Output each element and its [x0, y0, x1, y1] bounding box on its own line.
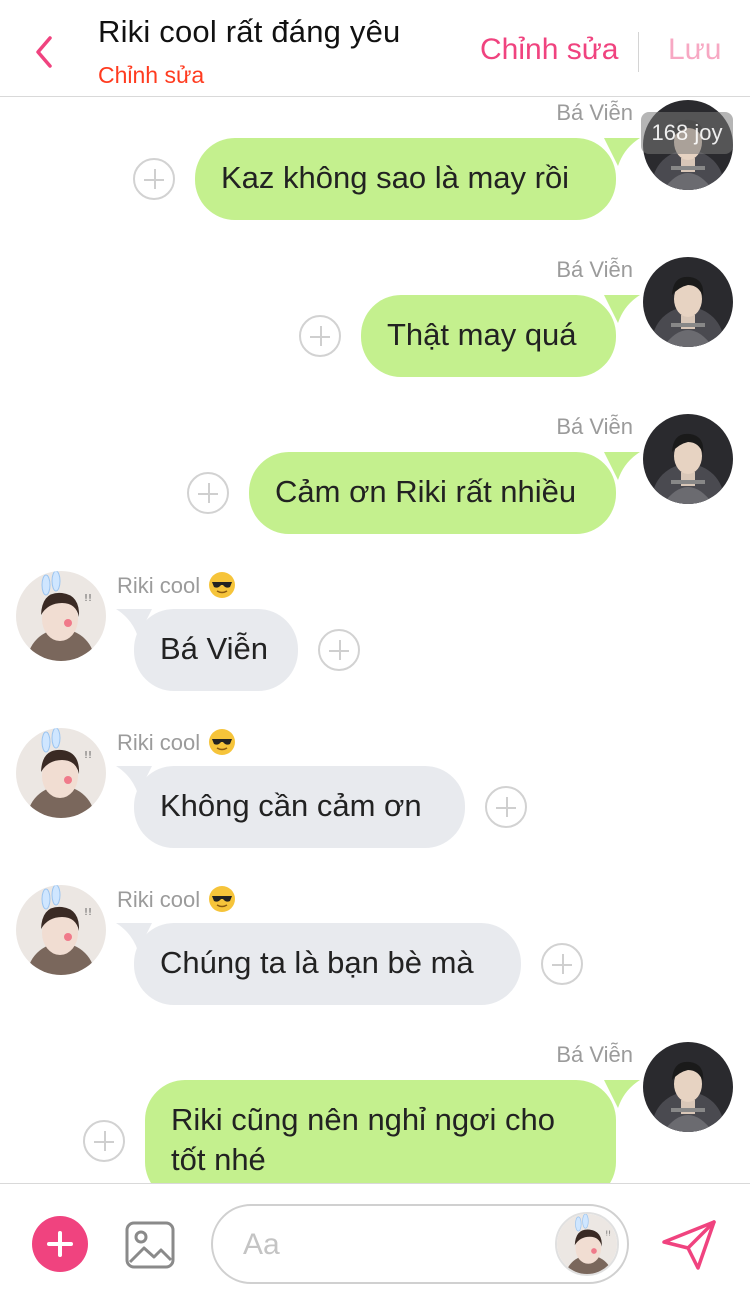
sender-name: Bá Viễn: [556, 1042, 633, 1067]
message-bubble[interactable]: Kaz không sao là may rồi: [195, 138, 616, 220]
sender-name: Riki cool: [117, 885, 236, 913]
sunglasses-emoji-icon: [209, 886, 236, 912]
message-bubble[interactable]: Thật may quá: [361, 295, 616, 377]
avatar[interactable]: [643, 257, 733, 347]
edit-button[interactable]: Chỉnh sửa: [480, 33, 619, 67]
react-plus-button[interactable]: [541, 943, 583, 985]
message-text: Bá Viễn: [160, 631, 269, 666]
back-chevron-icon: [36, 36, 52, 68]
send-icon[interactable]: [660, 1218, 718, 1272]
sender-name: Riki cool: [117, 728, 236, 756]
watermark: 168 joy: [641, 112, 733, 154]
back-button[interactable]: [30, 32, 60, 72]
sunglasses-emoji-icon: [209, 729, 236, 755]
avatar[interactable]: [16, 571, 106, 661]
composer-bar: Aa: [0, 1183, 750, 1303]
sunglasses-emoji-icon: [209, 572, 236, 598]
image-icon[interactable]: [124, 1220, 176, 1270]
react-plus-button[interactable]: [485, 786, 527, 828]
message-text: Không cần cảm ơn: [160, 788, 422, 823]
chat-title: Riki cool rất đáng yêu: [98, 14, 401, 49]
react-plus-button[interactable]: [299, 315, 341, 357]
message-bubble[interactable]: Cảm ơn Riki rất nhiều: [249, 452, 616, 534]
avatar[interactable]: [16, 728, 106, 818]
message-bubble[interactable]: Bá Viễn: [134, 609, 298, 691]
message-text-line: Riki cũng nên nghỉ ngơi cho: [171, 1102, 555, 1137]
react-plus-button[interactable]: [83, 1120, 125, 1162]
save-button[interactable]: Lưu: [668, 33, 721, 67]
message-bubble[interactable]: Chúng ta là bạn bè mà: [134, 923, 521, 1005]
message-list[interactable]: Bá Viễn Kaz không sao là may rồi 168 joy…: [0, 98, 750, 1183]
react-plus-button[interactable]: [318, 629, 360, 671]
avatar[interactable]: [643, 1042, 733, 1132]
sender-name: Bá Viễn: [556, 414, 633, 439]
avatar[interactable]: [16, 885, 106, 975]
react-plus-button[interactable]: [187, 472, 229, 514]
message-input[interactable]: Aa: [211, 1204, 629, 1284]
sender-name: Bá Viễn: [556, 257, 633, 282]
input-placeholder: Aa: [243, 1228, 280, 1261]
message-text: Chúng ta là bạn bè mà: [160, 945, 474, 980]
sender-name: Bá Viễn: [556, 100, 633, 125]
header-divider: [638, 32, 639, 72]
chat-subtitle[interactable]: Chỉnh sửa: [98, 62, 204, 89]
message-text: Thật may quá: [387, 317, 577, 352]
avatar[interactable]: [643, 414, 733, 504]
sender-name: Riki cool: [117, 571, 236, 599]
message-text: Kaz không sao là may rồi: [221, 160, 570, 195]
add-button[interactable]: [32, 1216, 88, 1272]
message-bubble[interactable]: Không cần cảm ơn: [134, 766, 465, 848]
react-plus-button[interactable]: [133, 158, 175, 200]
message-bubble[interactable]: Riki cũng nên nghỉ ngơi cho tốt nhé: [145, 1080, 616, 1183]
message-text-line: tốt nhé: [171, 1142, 266, 1177]
message-text: Cảm ơn Riki rất nhiều: [275, 474, 577, 509]
chat-header: Riki cool rất đáng yêu Chỉnh sửa Chỉnh s…: [0, 0, 750, 97]
avatar[interactable]: [555, 1212, 619, 1276]
